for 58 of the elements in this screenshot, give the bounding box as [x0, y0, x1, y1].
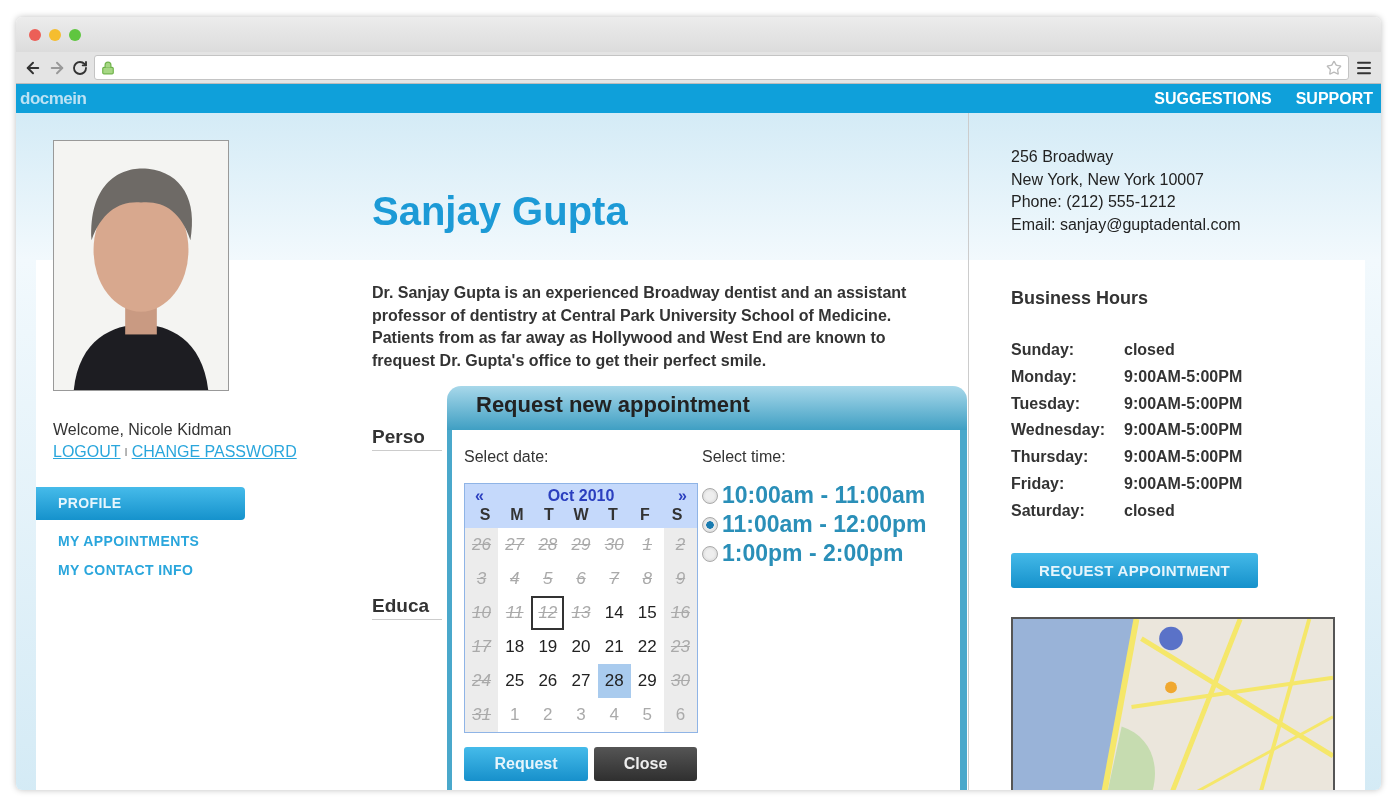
time-option[interactable]: 11:00am - 12:00pm: [722, 511, 927, 538]
hours-value: 9:00AM-5:00PM: [1124, 447, 1244, 468]
month-title: Oct 2010: [547, 487, 615, 505]
time-option[interactable]: 10:00am - 11:00am: [722, 482, 926, 509]
day-label: Thursday:: [1011, 447, 1090, 468]
doctor-bio: Dr. Sanjay Gupta is an experienced Broadway dentist and an assistant professor of dentistry at Central Park University School of Medicine. Patients from as far away as Hollywood and West End are known to frequest Dr. Gupta's office to get their perfect smile.: [372, 283, 908, 371]
calendar-day: 16: [663, 596, 697, 630]
address-line: Phone: (212) 555-1212: [1011, 192, 1177, 212]
hours-value: closed: [1124, 340, 1176, 360]
next-month-link[interactable]: »: [678, 487, 687, 505]
day-label: Monday:: [1011, 366, 1078, 387]
calendar-day: 26: [465, 528, 499, 562]
calendar-day: 24: [465, 664, 499, 698]
time-option[interactable]: 1:00pm - 2:00pm: [722, 540, 904, 567]
time-label: Select time:: [702, 448, 787, 466]
previous-month-link[interactable]: «: [475, 487, 484, 505]
hours-value: 9:00AM-5:00PM: [1124, 393, 1244, 414]
weekday-label: M: [509, 506, 525, 525]
day-label: Tuesday:: [1011, 393, 1082, 414]
calendar-day: 23: [663, 630, 697, 664]
close-button[interactable]: Close: [594, 747, 697, 781]
calendar-day: 30: [663, 664, 697, 698]
date-label: Select date:: [464, 448, 550, 466]
welcome-text: Welcome, Nicole Kidman: [53, 421, 233, 439]
modal-title: Request new appointment: [476, 392, 750, 417]
weekday-label: T: [607, 506, 619, 525]
nav-link[interactable]: SUGGESTIONS: [1154, 89, 1272, 108]
calendar-day: 10: [465, 596, 499, 630]
hours-value: 9:00AM-5:00PM: [1124, 366, 1244, 387]
hours-value: 9:00AM-5:00PM: [1124, 474, 1244, 494]
doctor-name: Sanjay Gupta: [372, 189, 628, 234]
section-heading: Educa: [372, 595, 442, 620]
calendar-day[interactable]: 28: [597, 664, 631, 698]
section-heading: Perso: [372, 426, 442, 451]
calendar-day: 9: [663, 562, 697, 596]
nav-link[interactable]: SUPPORT: [1295, 89, 1373, 108]
hours-title: Business Hours: [1011, 288, 1150, 309]
calendar-day: 17: [465, 630, 499, 664]
hours-value: closed: [1124, 500, 1176, 521]
address-line: 256 Broadway: [1011, 147, 1115, 167]
weekday-label: T: [543, 506, 555, 525]
day-label: Saturday:: [1011, 500, 1086, 521]
weekday-label: S: [670, 506, 684, 525]
day-label: Friday:: [1011, 474, 1066, 494]
calendar-day: 31: [465, 698, 499, 732]
calendar-day: 3: [465, 562, 499, 596]
weekday-label: F: [639, 506, 651, 525]
calendar-day: 6: [663, 698, 697, 732]
link-separator: I: [124, 446, 128, 458]
address-line: Email: sanjay@guptadental.com: [1011, 214, 1242, 235]
day-label: Wednesday:: [1011, 420, 1106, 441]
weekday-label: S: [478, 506, 492, 525]
weekday-label: W: [572, 506, 590, 525]
hours-value: 9:00AM-5:00PM: [1124, 420, 1244, 441]
address-line: New York, New York 10007: [1011, 169, 1205, 190]
day-label: Sunday:: [1011, 340, 1076, 360]
calendar-day: 12: [531, 596, 565, 630]
calendar-day: 2: [663, 528, 697, 562]
